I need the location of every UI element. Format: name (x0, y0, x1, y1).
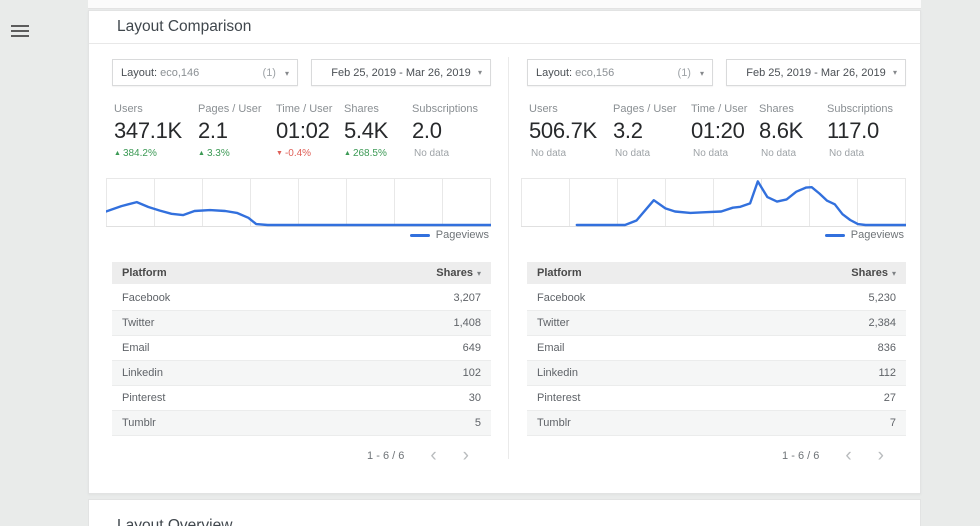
table-row: Facebook5,230 (527, 286, 906, 311)
next-section-title: Layout Overview (89, 500, 920, 526)
previous-card-edge (88, 0, 921, 9)
chart-legend: Pageviews (825, 229, 904, 241)
card-header: Layout Comparison (89, 11, 920, 44)
table-row: Facebook3,207 (112, 286, 491, 311)
comparison-panel-left: Layout:eco,146 (1)▾ Feb 25, 2019 - Mar 2… (106, 59, 491, 479)
metric-subscriptions: Subscriptions 117.0 No data (827, 103, 893, 159)
trend-arrow-icon (276, 150, 283, 157)
scorecard-row: Users 506.7K No data Pages / User 3.2 No… (521, 103, 906, 167)
table-body: Facebook3,207 Twitter1,408 Email649 Link… (112, 286, 491, 436)
table-pagination: 1 - 6 / 6 ‹ › (106, 449, 491, 463)
table-pagination: 1 - 6 / 6 ‹ › (521, 449, 906, 463)
table-row: Twitter1,408 (112, 311, 491, 336)
metric-shares: Shares 8.6K No data (759, 103, 803, 159)
column-header-platform[interactable]: Platform (537, 267, 582, 279)
table-row: Linkedin102 (112, 361, 491, 386)
layout-overview-card: Layout Overview (88, 499, 921, 526)
filter-controls: Layout:eco,146 (1)▾ Feb 25, 2019 - Mar 2… (106, 59, 491, 86)
metric-users: Users 347.1K 384.2% (114, 103, 182, 159)
date-range-label: Feb 25, 2019 - Mar 26, 2019 (331, 67, 470, 79)
chevron-down-icon: ▾ (893, 68, 897, 77)
table-row: Tumblr5 (112, 411, 491, 436)
sort-descending-icon: ▾ (892, 269, 896, 278)
table-body: Facebook5,230 Twitter2,384 Email836 Link… (527, 286, 906, 436)
table-row: Tumblr7 (527, 411, 906, 436)
metric-pages-per-user: Pages / User 3.2 No data (613, 103, 677, 159)
layout-selector-right: (1)▾ (678, 67, 704, 79)
pageviews-chart (521, 177, 906, 229)
metric-time-per-user: Time / User 01:02 -0.4% (276, 103, 332, 159)
pagination-range: 1 - 6 / 6 (367, 450, 404, 462)
next-page-icon[interactable]: › (878, 449, 884, 463)
shares-table: Platform Shares▾ Facebook3,207 Twitter1,… (112, 262, 491, 436)
dashboard-page: Layout Comparison Layout:eco,146 (1)▾ Fe… (0, 0, 980, 526)
legend-label: Pageviews (436, 229, 489, 241)
table-row: Twitter2,384 (527, 311, 906, 336)
layout-selector-text: Layout:eco,156 (536, 67, 614, 79)
chevron-down-icon: ▾ (478, 68, 482, 77)
table-row: Email836 (527, 336, 906, 361)
layout-selector[interactable]: Layout:eco,156 (1)▾ (527, 59, 713, 86)
chevron-down-icon: ▾ (285, 69, 289, 78)
table-row: Pinterest30 (112, 386, 491, 411)
scorecard-row: Users 347.1K 384.2% Pages / User 2.1 3.3… (106, 103, 491, 167)
pagination-range: 1 - 6 / 6 (782, 450, 819, 462)
legend-line-icon (410, 234, 430, 237)
legend-label: Pageviews (851, 229, 904, 241)
page-title: Layout Comparison (117, 18, 251, 36)
trend-arrow-icon (344, 150, 351, 157)
date-range-label: Feb 25, 2019 - Mar 26, 2019 (746, 67, 885, 79)
panel-divider (508, 57, 509, 459)
metric-users: Users 506.7K No data (529, 103, 597, 159)
metric-pages-per-user: Pages / User 2.1 3.3% (198, 103, 262, 159)
table-row: Linkedin112 (527, 361, 906, 386)
layout-selector-text: Layout:eco,146 (121, 67, 199, 79)
filter-controls: Layout:eco,156 (1)▾ Feb 25, 2019 - Mar 2… (521, 59, 906, 86)
date-range-selector[interactable]: Feb 25, 2019 - Mar 26, 2019 ▾ (311, 59, 491, 86)
next-page-icon[interactable]: › (463, 449, 469, 463)
column-header-shares[interactable]: Shares▾ (436, 267, 481, 279)
shares-table: Platform Shares▾ Facebook5,230 Twitter2,… (527, 262, 906, 436)
column-header-shares[interactable]: Shares▾ (851, 267, 896, 279)
layout-selector-right: (1)▾ (263, 67, 289, 79)
date-range-selector[interactable]: Feb 25, 2019 - Mar 26, 2019 ▾ (726, 59, 906, 86)
chart-legend: Pageviews (410, 229, 489, 241)
chevron-down-icon: ▾ (700, 69, 704, 78)
metric-shares: Shares 5.4K 268.5% (344, 103, 388, 159)
table-header: Platform Shares▾ (112, 262, 491, 284)
legend-line-icon (825, 234, 845, 237)
trend-arrow-icon (114, 150, 121, 157)
hamburger-menu-icon[interactable] (11, 25, 29, 37)
previous-page-icon[interactable]: ‹ (845, 449, 851, 463)
sort-descending-icon: ▾ (477, 269, 481, 278)
comparison-panel-right: Layout:eco,156 (1)▾ Feb 25, 2019 - Mar 2… (521, 59, 906, 479)
metric-time-per-user: Time / User 01:20 No data (691, 103, 747, 159)
pageviews-chart (106, 177, 491, 229)
metric-subscriptions: Subscriptions 2.0 No data (412, 103, 478, 159)
table-row: Pinterest27 (527, 386, 906, 411)
trend-arrow-icon (198, 150, 205, 157)
layout-comparison-card: Layout Comparison Layout:eco,146 (1)▾ Fe… (88, 10, 921, 494)
table-row: Email649 (112, 336, 491, 361)
column-header-platform[interactable]: Platform (122, 267, 167, 279)
layout-selector[interactable]: Layout:eco,146 (1)▾ (112, 59, 298, 86)
table-header: Platform Shares▾ (527, 262, 906, 284)
previous-page-icon[interactable]: ‹ (430, 449, 436, 463)
